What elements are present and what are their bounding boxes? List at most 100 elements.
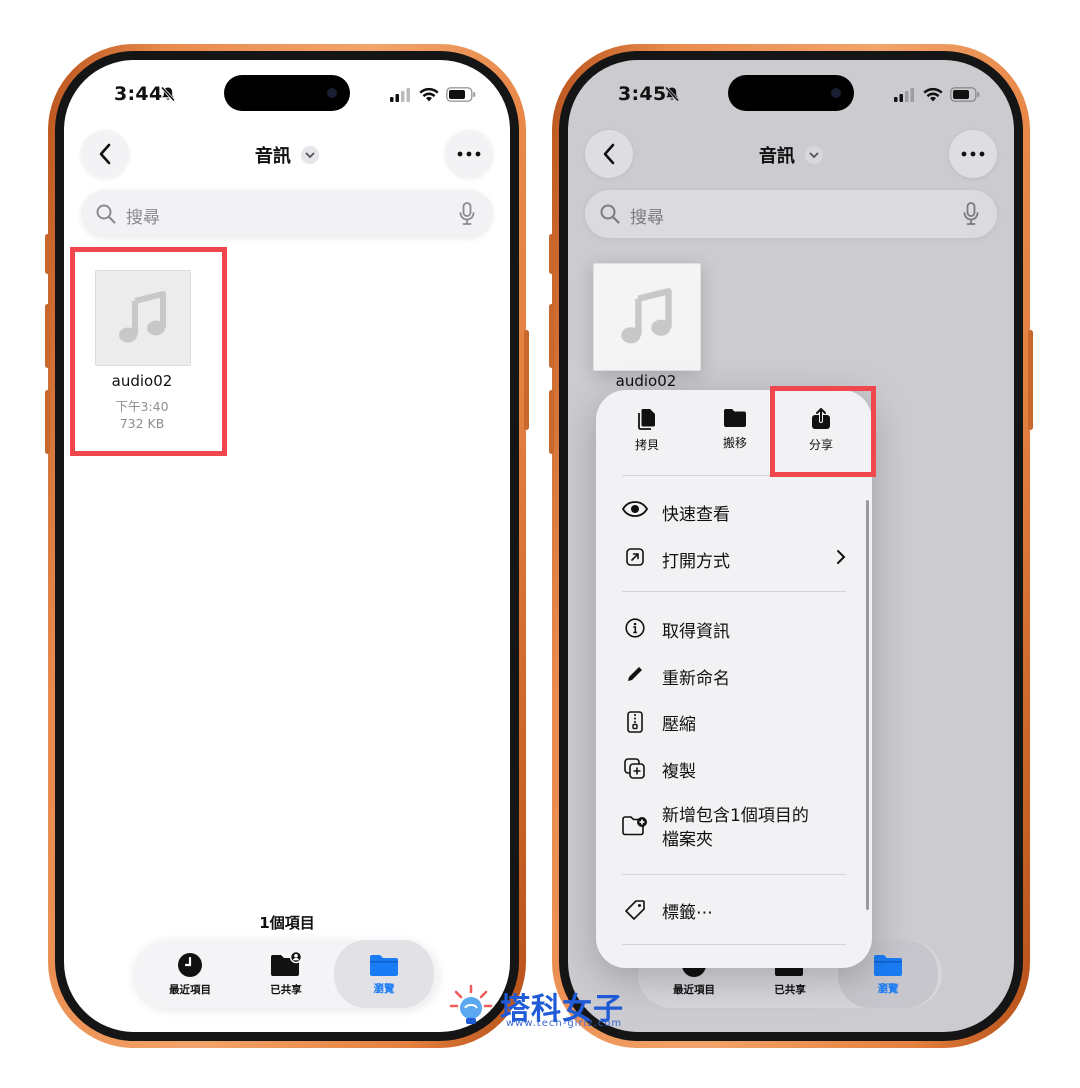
copy-label: 拷貝 [634, 438, 659, 452]
search-icon [96, 204, 116, 224]
right-phone: 3:45 音訊 搜尋 audio02 最近項目 已共享 瀏覽 拷貝 搬移 分享 … [549, 44, 1033, 1048]
highlight-box-file [70, 247, 227, 456]
chevron-down-icon [805, 146, 824, 164]
shared-folder-icon [271, 951, 302, 976]
menu-item-label: 快速查看 [662, 505, 730, 525]
scrollbar[interactable] [866, 500, 869, 910]
page-title[interactable]: 音訊 [64, 142, 510, 168]
menu-item-label: 取得資訊 [662, 622, 730, 642]
power-button [524, 330, 529, 430]
search-field[interactable]: 搜尋 [585, 190, 997, 238]
menu-item-label: 打開方式 [662, 552, 730, 572]
battery-icon [950, 87, 980, 102]
volume-up-button [45, 304, 50, 368]
menu-item-quick-look[interactable]: 快速查看 [622, 500, 852, 525]
page-title-text: 音訊 [758, 146, 795, 167]
side-button [45, 234, 50, 274]
left-screen: 3:44 音訊 搜尋 audio02 下午3:40 732 KB 1個項目 最近… [64, 60, 510, 1032]
left-phone: 3:44 音訊 搜尋 audio02 下午3:40 732 KB 1個項目 最近… [45, 44, 529, 1048]
search-icon [600, 204, 620, 224]
tab-shared[interactable]: 已共享 [238, 940, 334, 1008]
info-icon [625, 618, 645, 638]
tab-label: 已共享 [270, 983, 302, 996]
menu-item-tags[interactable]: 標籤⋯ [622, 898, 852, 923]
ellipsis-icon [457, 151, 481, 157]
silent-bell-icon [160, 86, 176, 102]
lightbulb-logo-icon [449, 984, 493, 1024]
open-with-icon [626, 548, 644, 566]
dynamic-island [728, 75, 854, 111]
folder-icon [724, 409, 746, 427]
menu-item-new-folder-with-item[interactable]: 新增包含1個項目的 檔案夾 [622, 804, 852, 852]
right-screen: 3:45 音訊 搜尋 audio02 最近項目 已共享 瀏覽 拷貝 搬移 分享 … [568, 60, 1014, 1032]
duplicate-icon [624, 758, 645, 779]
tab-label: 瀏覽 [877, 982, 899, 995]
divider [622, 874, 846, 875]
more-button[interactable] [445, 130, 493, 178]
clock-icon [178, 952, 202, 977]
tab-label: 瀏覽 [373, 982, 395, 995]
search-field[interactable]: 搜尋 [81, 190, 493, 238]
side-button [549, 234, 554, 274]
menu-item-get-info[interactable]: 取得資訊 [622, 617, 852, 642]
music-note-icon [621, 288, 672, 344]
file-name: audio02 [615, 372, 677, 390]
page-title-text: 音訊 [254, 146, 291, 167]
tab-label: 最近項目 [169, 983, 211, 996]
microphone-icon[interactable] [963, 202, 979, 226]
tab-label: 最近項目 [673, 983, 715, 996]
silent-bell-icon [664, 86, 680, 102]
search-placeholder: 搜尋 [126, 208, 160, 228]
status-time: 3:45 [618, 83, 667, 105]
tab-label: 已共享 [774, 983, 806, 996]
search-placeholder: 搜尋 [630, 208, 664, 228]
menu-item-label: 重新命名 [662, 669, 730, 689]
move-label: 搬移 [722, 436, 747, 450]
highlight-box-share [770, 386, 876, 477]
eye-icon [622, 501, 648, 517]
menu-item-label: 複製 [662, 762, 696, 782]
item-count: 1個項目 [259, 914, 315, 932]
pencil-icon [628, 667, 642, 681]
copy-icon [638, 409, 655, 430]
more-button[interactable] [949, 130, 997, 178]
battery-icon [446, 87, 476, 102]
copy-action[interactable]: 拷貝 [612, 408, 682, 453]
chevron-right-icon [837, 550, 846, 564]
signal-icon [894, 87, 914, 102]
menu-item-duplicate[interactable]: 複製 [622, 757, 852, 782]
menu-item-label: 壓縮 [662, 715, 696, 735]
watermark-logo: 塔科女子 www.tech-girlz.com [448, 984, 648, 1034]
ellipsis-icon [961, 151, 985, 157]
zip-icon [627, 711, 643, 733]
page-title[interactable]: 音訊 [568, 142, 1014, 168]
tab-browse[interactable]: 瀏覽 [334, 940, 434, 1008]
microphone-icon[interactable] [459, 202, 475, 226]
tab-bar: 最近項目 已共享 瀏覽 [134, 940, 438, 1008]
folder-icon [874, 954, 902, 976]
wifi-icon [923, 87, 943, 102]
volume-down-button [45, 390, 50, 454]
menu-item-rename[interactable]: 重新命名 [622, 664, 852, 689]
tab-recents[interactable]: 最近項目 [142, 940, 238, 1008]
folder-icon [370, 954, 398, 976]
new-folder-icon [622, 816, 647, 836]
power-button [1028, 330, 1033, 430]
divider [622, 944, 846, 945]
menu-item-open-with[interactable]: 打開方式 [622, 547, 852, 572]
tag-icon [625, 900, 645, 920]
status-time: 3:44 [114, 83, 163, 105]
menu-item-label: 標籤⋯ [662, 903, 713, 923]
volume-down-button [549, 390, 554, 454]
wifi-icon [419, 87, 439, 102]
menu-item-compress[interactable]: 壓縮 [622, 710, 852, 735]
watermark-url: www.tech-girlz.com [506, 1018, 623, 1029]
move-action[interactable]: 搬移 [700, 408, 770, 451]
dynamic-island [224, 75, 350, 111]
chevron-down-icon [301, 146, 320, 164]
volume-up-button [549, 304, 554, 368]
signal-icon [390, 87, 410, 102]
file-thumbnail[interactable] [593, 263, 701, 371]
divider [622, 591, 846, 592]
menu-item-label: 新增包含1個項目的 檔案夾 [662, 806, 809, 850]
